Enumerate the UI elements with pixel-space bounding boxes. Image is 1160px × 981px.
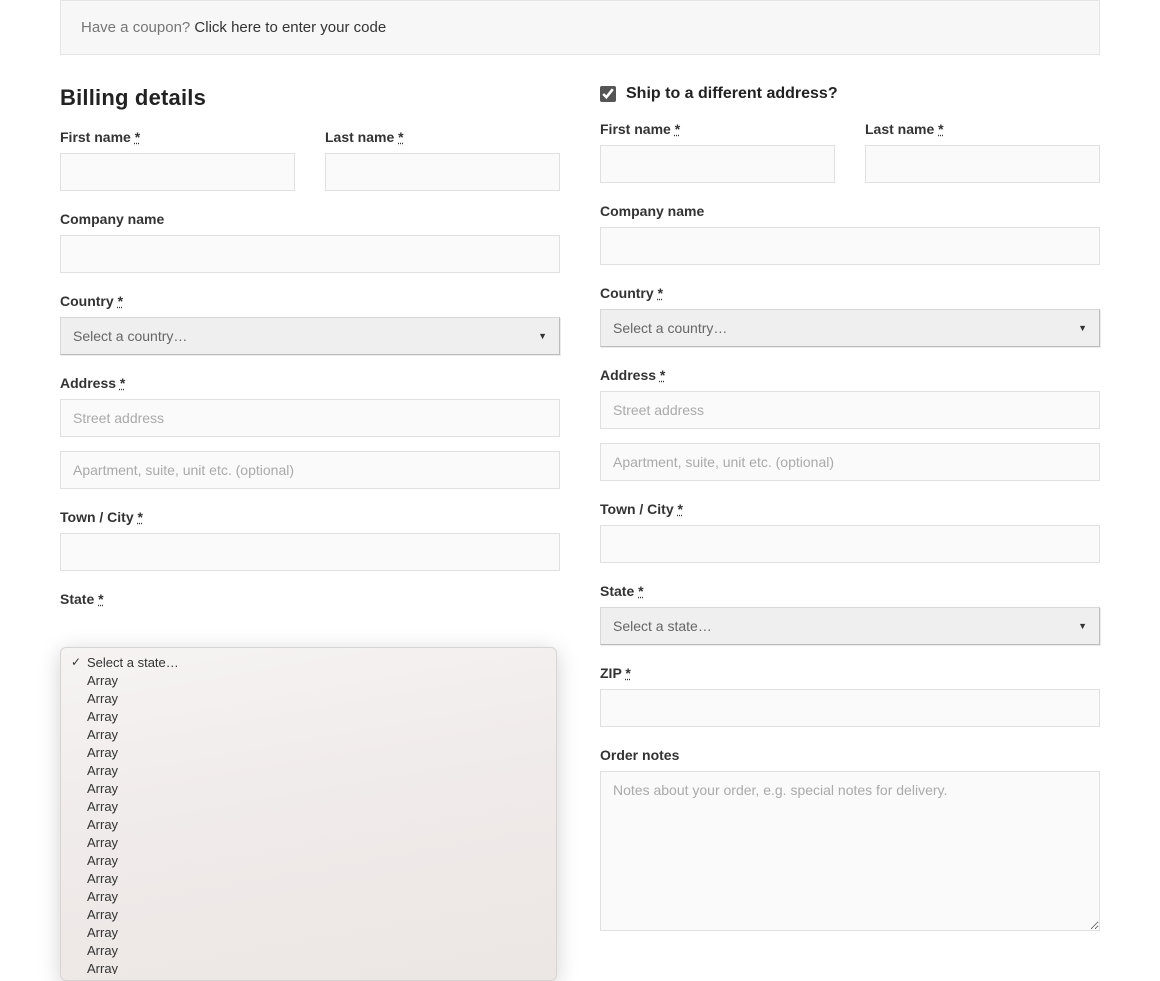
shipping-zip-input[interactable]	[600, 689, 1100, 727]
shipping-column: Ship to a different address? First name …	[600, 85, 1100, 954]
billing-first-name-label: First name *	[60, 129, 295, 145]
billing-address-label: Address *	[60, 375, 125, 391]
state-option[interactable]: Array	[67, 780, 546, 798]
billing-city-label: Town / City *	[60, 509, 143, 525]
billing-company-input[interactable]	[60, 235, 560, 273]
shipping-company-label: Company name	[600, 203, 704, 219]
state-option[interactable]: Array	[67, 906, 546, 924]
billing-state-dropdown[interactable]: Select a state… ArrayArrayArrayArrayArra…	[60, 647, 557, 981]
billing-state-label: State *	[60, 591, 104, 607]
billing-last-name-label: Last name *	[325, 129, 560, 145]
shipping-country-select-text: Select a country…	[613, 320, 1078, 336]
billing-city-input[interactable]	[60, 533, 560, 571]
shipping-country-select[interactable]: Select a country… ▼	[600, 309, 1100, 347]
shipping-apt-input[interactable]	[600, 443, 1100, 481]
state-option[interactable]: Array	[67, 942, 546, 960]
billing-street-input[interactable]	[60, 399, 560, 437]
state-option[interactable]: Array	[67, 924, 546, 942]
billing-column: Billing details First name * Last name *…	[60, 85, 560, 954]
shipping-street-input[interactable]	[600, 391, 1100, 429]
state-option[interactable]: Array	[67, 672, 546, 690]
order-notes-label: Order notes	[600, 747, 679, 763]
shipping-last-name-label: Last name *	[865, 121, 1100, 137]
shipping-first-name-label: First name *	[600, 121, 835, 137]
chevron-down-icon: ▼	[1078, 323, 1087, 333]
state-option-placeholder[interactable]: Select a state…	[67, 654, 546, 672]
state-option[interactable]: Array	[67, 852, 546, 870]
chevron-down-icon: ▼	[1078, 621, 1087, 631]
shipping-state-select[interactable]: Select a state… ▼	[600, 607, 1100, 645]
state-option[interactable]: Array	[67, 690, 546, 708]
billing-title: Billing details	[60, 85, 560, 111]
state-option[interactable]: Array	[67, 762, 546, 780]
state-option[interactable]: Array	[67, 744, 546, 762]
ship-different-heading: Ship to a different address?	[600, 85, 1100, 103]
state-option[interactable]: Array	[67, 960, 546, 974]
shipping-city-label: Town / City *	[600, 501, 683, 517]
shipping-state-label: State *	[600, 583, 644, 599]
order-notes-textarea[interactable]	[600, 771, 1100, 931]
state-option[interactable]: Array	[67, 816, 546, 834]
shipping-first-name-input[interactable]	[600, 145, 835, 183]
shipping-state-select-text: Select a state…	[613, 618, 1078, 634]
ship-different-label: Ship to a different address?	[626, 85, 838, 103]
billing-country-select[interactable]: Select a country… ▼	[60, 317, 560, 355]
state-option[interactable]: Array	[67, 708, 546, 726]
shipping-address-label: Address *	[600, 367, 665, 383]
shipping-country-label: Country *	[600, 285, 663, 301]
state-option[interactable]: Array	[67, 834, 546, 852]
ship-different-checkbox[interactable]	[600, 86, 616, 102]
coupon-link[interactable]: Click here to enter your code	[194, 19, 386, 36]
chevron-down-icon: ▼	[538, 331, 547, 341]
billing-company-label: Company name	[60, 211, 164, 227]
state-option[interactable]: Array	[67, 798, 546, 816]
state-option[interactable]: Array	[67, 870, 546, 888]
coupon-banner: Have a coupon? Click here to enter your …	[60, 0, 1100, 55]
shipping-company-input[interactable]	[600, 227, 1100, 265]
billing-first-name-input[interactable]	[60, 153, 295, 191]
billing-country-select-text: Select a country…	[73, 328, 538, 344]
shipping-city-input[interactable]	[600, 525, 1100, 563]
state-option[interactable]: Array	[67, 888, 546, 906]
coupon-prompt: Have a coupon?	[81, 19, 194, 36]
shipping-zip-label: ZIP *	[600, 665, 631, 681]
billing-last-name-input[interactable]	[325, 153, 560, 191]
shipping-last-name-input[interactable]	[865, 145, 1100, 183]
billing-apt-input[interactable]	[60, 451, 560, 489]
state-option[interactable]: Array	[67, 726, 546, 744]
billing-country-label: Country *	[60, 293, 123, 309]
